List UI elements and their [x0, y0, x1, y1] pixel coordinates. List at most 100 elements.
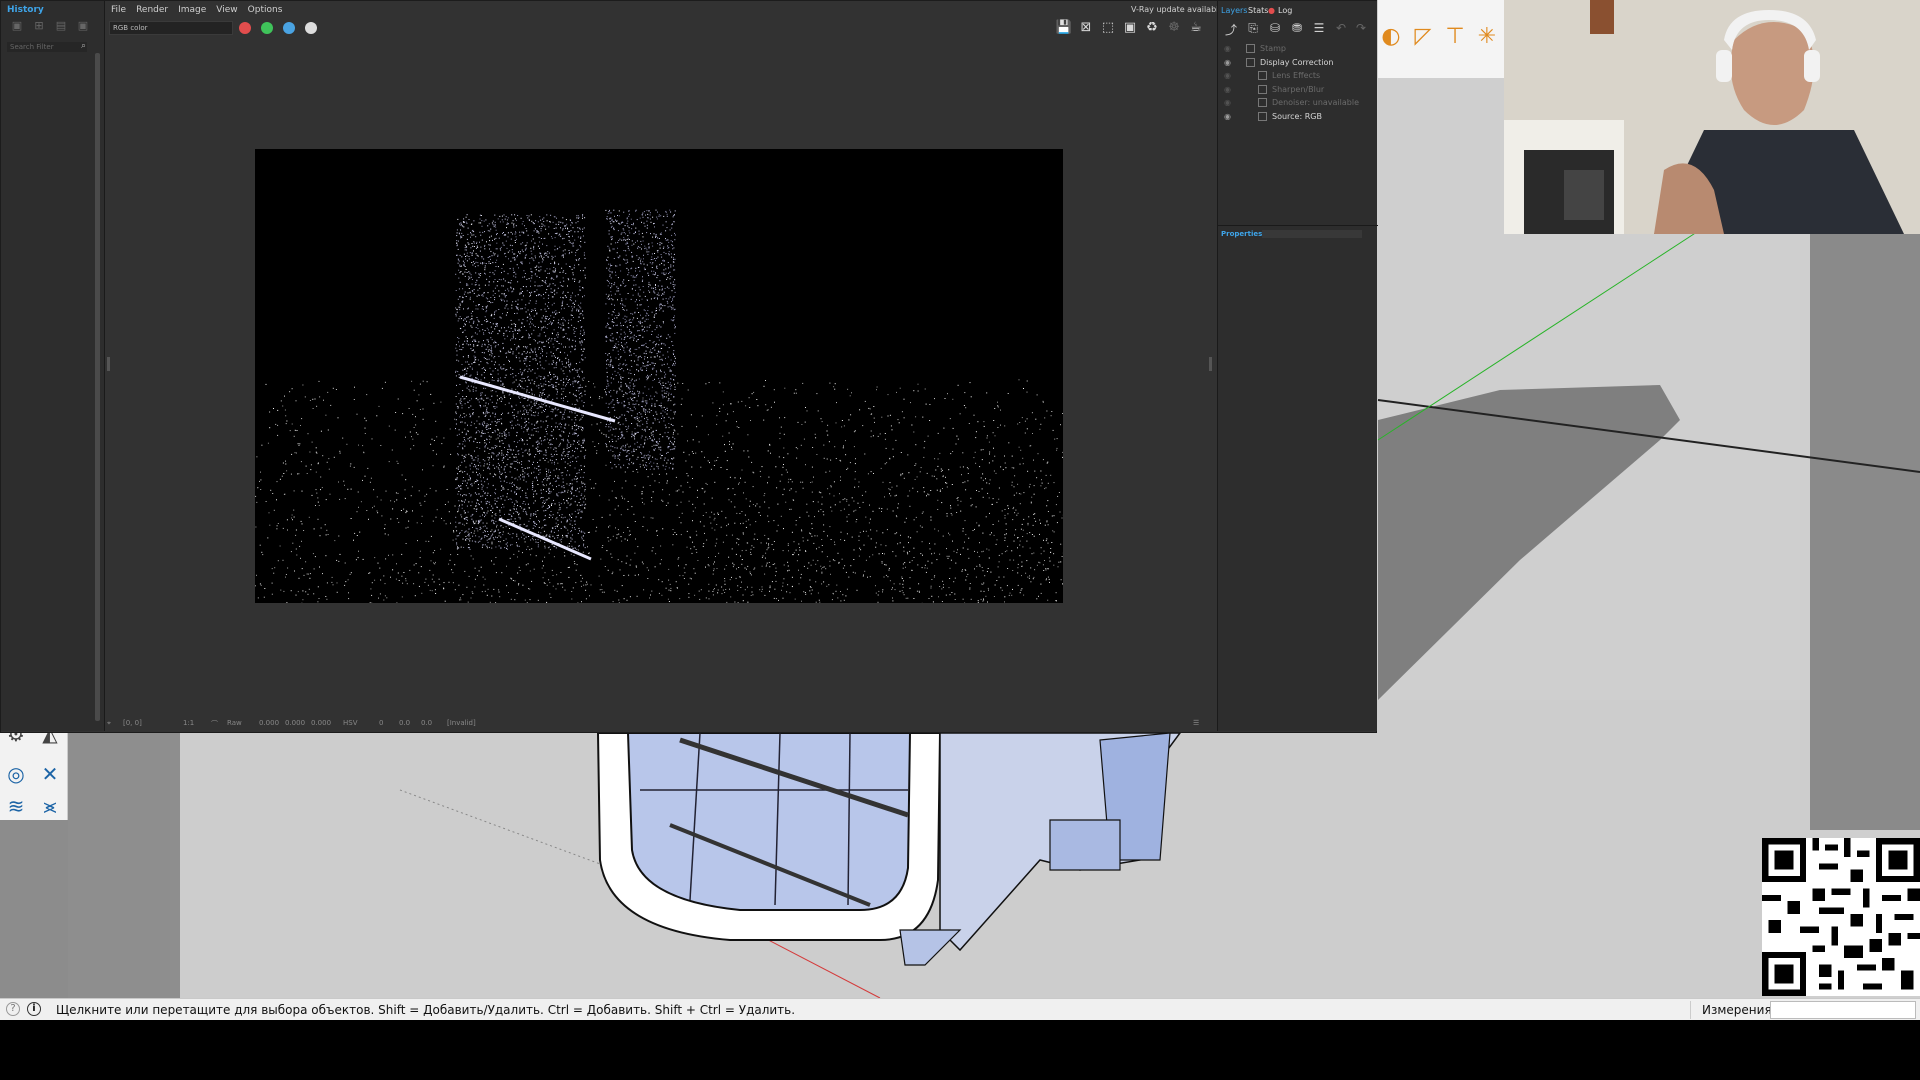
layer-row[interactable]: ◉ Lens Effects — [1218, 69, 1378, 82]
history-compare-icon[interactable]: ⊞ — [31, 19, 47, 35]
history-scrollbar[interactable] — [95, 53, 100, 721]
section-toggle-icon[interactable]: ✕ — [38, 762, 62, 786]
update-notice[interactable]: V-Ray update available — [1131, 5, 1223, 14]
lock-camera-icon[interactable]: ▣ — [1121, 19, 1139, 37]
sketchup-toolbar-left: ⚙ ◭ ◎ ✕ ≋ ⪤ — [0, 720, 68, 820]
pixel-info-icon[interactable]: ⌖ — [107, 719, 111, 728]
sketchup-toolbar-top: ◐ ◸ ⊤ ✳ — [1378, 0, 1504, 78]
properties-scrollbar[interactable] — [1262, 230, 1362, 238]
layer-type-icon — [1258, 84, 1267, 94]
webcam-overlay — [1504, 0, 1920, 234]
layer-type-icon — [1258, 71, 1267, 80]
value-g: 0.000 — [285, 719, 306, 727]
section-fill-icon[interactable]: ≋ — [4, 794, 28, 818]
redo-icon[interactable]: ↷ — [1352, 21, 1370, 39]
value-s: 0.0 — [399, 719, 411, 727]
stop-render-icon[interactable]: ☸ — [1165, 19, 1183, 37]
curve-icon[interactable]: ⌒ — [211, 719, 218, 729]
value-b: 0.000 — [311, 719, 332, 727]
render-canvas[interactable] — [255, 149, 1063, 603]
layer-label: Stamp — [1260, 44, 1286, 53]
layer-label: Sharpen/Blur — [1272, 84, 1325, 94]
axes-icon[interactable]: ✳ — [1474, 24, 1500, 50]
search-icon[interactable]: ⌕ — [81, 41, 86, 51]
layer-type-icon — [1246, 44, 1255, 53]
pixel-coords: [0, 0] — [123, 719, 142, 727]
layer-row[interactable]: ◉ Sharpen/Blur — [1218, 83, 1378, 96]
info-icon[interactable]: i — [27, 1002, 41, 1016]
measurements-input[interactable] — [1770, 1001, 1916, 1019]
layer-type-icon — [1258, 98, 1267, 107]
render-teapot-icon[interactable]: ☕ — [1187, 19, 1205, 37]
menu-view[interactable]: View — [216, 5, 237, 17]
layer-list-icon[interactable]: ☰ — [1310, 21, 1328, 39]
panel-toggle-icon[interactable]: ☰ — [1193, 719, 1199, 727]
left-splitter[interactable] — [107, 357, 110, 371]
region-render-icon[interactable]: ⬚ — [1099, 19, 1117, 37]
visibility-eye-icon[interactable]: ◉ — [1224, 110, 1231, 123]
raw-mode[interactable]: Raw — [227, 719, 242, 727]
color-space-select[interactable]: HSV — [343, 719, 358, 727]
alpha-channel-toggle[interactable] — [305, 22, 317, 34]
vfb-menu-bar: File Render Image View Options — [111, 5, 282, 17]
save-layers-icon[interactable]: ⛁ — [1266, 21, 1284, 39]
delete-layer-icon[interactable]: ⎘ — [1244, 21, 1262, 39]
measurements-label: Измерения — [1702, 1003, 1772, 1017]
create-layer-icon[interactable]: ⤴ — [1222, 21, 1240, 39]
value-r: 0.000 — [259, 719, 280, 727]
save-image-icon[interactable]: 💾 — [1055, 19, 1073, 37]
render-preview — [255, 209, 1063, 603]
tab-stats[interactable]: Stats — [1248, 6, 1268, 15]
status-bar: ? i Щелкните или перетащите для выбора о… — [0, 998, 1920, 1020]
tab-layers[interactable]: Layers — [1221, 6, 1247, 15]
visibility-eye-icon[interactable]: ◉ — [1224, 96, 1231, 109]
history-title: History — [7, 5, 44, 15]
menu-options[interactable]: Options — [248, 5, 283, 17]
history-panel: History ▣ ⊞ ▤ ▣ Search Filter ⌕ — [1, 1, 105, 731]
layer-type-icon — [1246, 57, 1255, 67]
vray-frame-buffer-window: History ▣ ⊞ ▤ ▣ Search Filter ⌕ File Ren… — [0, 0, 1378, 733]
load-layers-icon[interactable]: ⛃ — [1288, 21, 1306, 39]
green-channel-toggle[interactable] — [261, 22, 273, 34]
menu-render[interactable]: Render — [136, 5, 168, 17]
value-h: 0 — [379, 719, 384, 727]
clear-image-icon[interactable]: ⊠ — [1077, 19, 1095, 37]
layer-row[interactable]: ◉ Source: RGB — [1218, 110, 1378, 123]
divider — [1218, 225, 1378, 226]
tab-log[interactable]: Log — [1278, 6, 1292, 15]
layer-label: Display Correction — [1260, 57, 1334, 67]
menu-file[interactable]: File — [111, 5, 126, 17]
zoom-select[interactable]: 1:1 — [183, 719, 194, 727]
history-ab-icon[interactable]: ▤ — [53, 19, 69, 35]
section-plane-icon[interactable]: ◎ — [4, 762, 28, 786]
interactive-render-icon[interactable]: ♻ — [1143, 19, 1161, 37]
dimension-icon[interactable]: ◸ — [1410, 24, 1436, 50]
section-cuts-icon[interactable]: ⪤ — [38, 794, 62, 818]
red-channel-toggle[interactable] — [239, 22, 251, 34]
undo-icon[interactable]: ↶ — [1332, 21, 1350, 39]
menu-image[interactable]: Image — [178, 5, 206, 17]
status-hint: Щелкните или перетащите для выбора объек… — [56, 1003, 796, 1017]
layer-row[interactable]: ◉ Denoiser: unavailable — [1218, 96, 1378, 109]
text-icon[interactable]: ⊤ — [1442, 24, 1468, 50]
layer-type-icon — [1258, 111, 1267, 121]
streamer-image — [1504, 0, 1920, 234]
right-splitter[interactable] — [1209, 357, 1212, 371]
layer-row[interactable]: ◉ Display Correction — [1218, 56, 1378, 69]
layer-row[interactable]: ◉ Stamp — [1218, 42, 1378, 55]
channel-select[interactable]: RGB color — [109, 21, 233, 35]
history-delete-icon[interactable]: ▣ — [75, 19, 91, 35]
vfb-bottom-bar: ⌖ [0, 0] 1:1 ⌒ Raw 0.000 0.000 0.000 HSV… — [107, 717, 1207, 731]
blue-channel-toggle[interactable] — [283, 22, 295, 34]
visibility-eye-icon[interactable]: ◉ — [1224, 42, 1231, 55]
layer-label: Lens Effects — [1272, 71, 1321, 80]
history-save-icon[interactable]: ▣ — [9, 19, 25, 35]
visibility-eye-icon[interactable]: ◉ — [1224, 56, 1231, 69]
history-search-input[interactable]: Search Filter — [7, 42, 87, 52]
qr-code — [1762, 838, 1920, 996]
visibility-eye-icon[interactable]: ◉ — [1224, 69, 1231, 82]
protractor-icon[interactable]: ◐ — [1378, 24, 1404, 50]
pixel-state: [Invalid] — [447, 719, 476, 727]
geo-location-icon[interactable]: ? — [6, 1002, 20, 1016]
visibility-eye-icon[interactable]: ◉ — [1224, 83, 1231, 96]
